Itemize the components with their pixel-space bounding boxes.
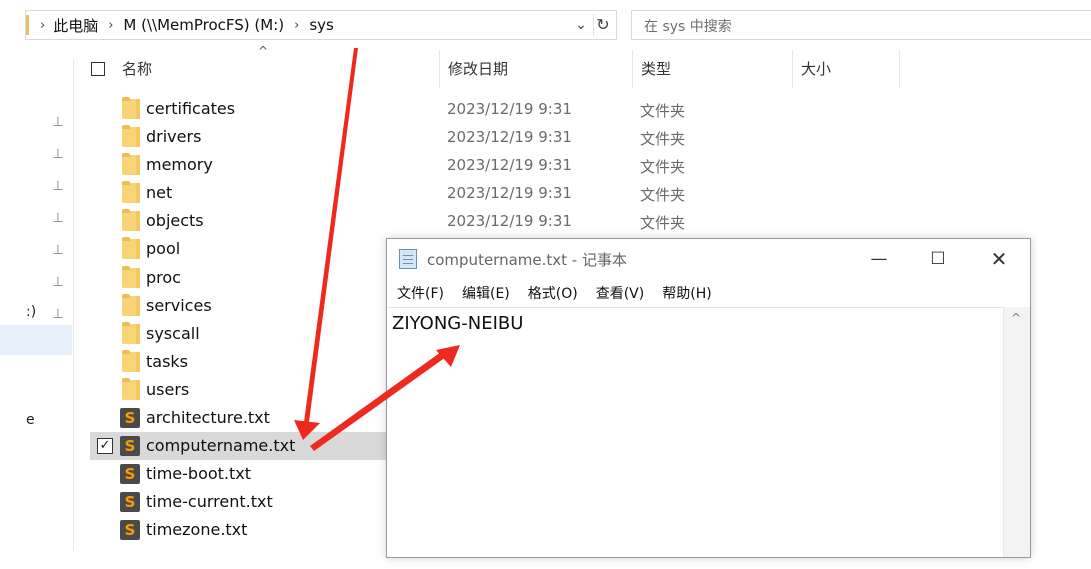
arrow-shaft-diagonal [310,352,446,451]
arrow-shaft-down [304,48,358,422]
arrowhead-down [294,420,320,440]
annotation-arrows [294,48,460,451]
